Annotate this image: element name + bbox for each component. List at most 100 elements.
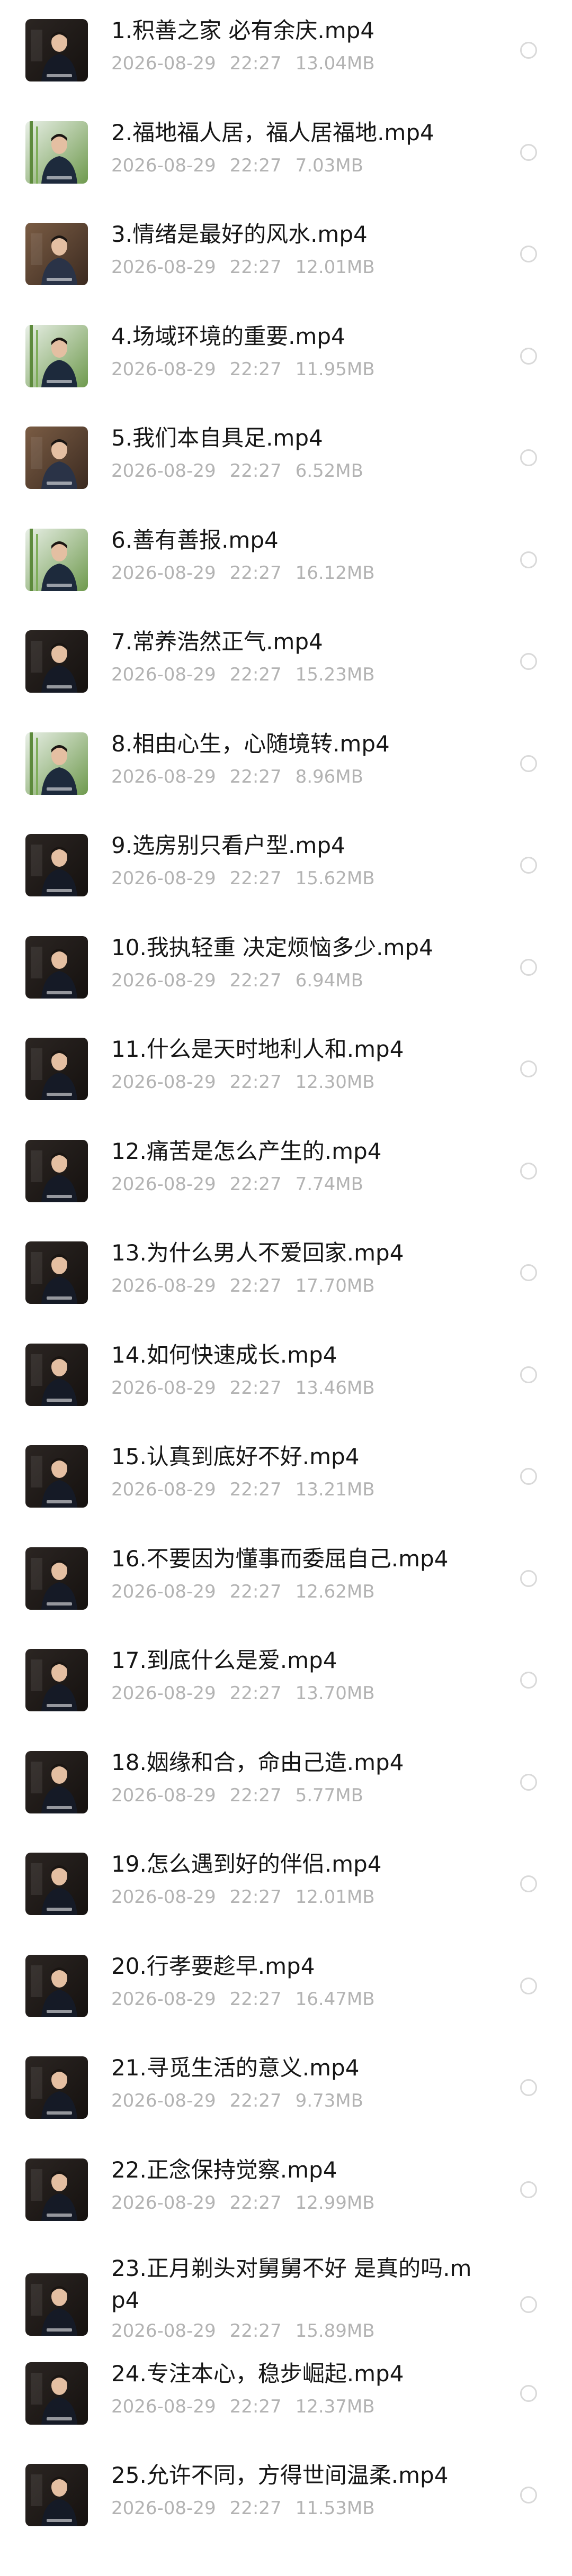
file-size: 15.62MB xyxy=(295,868,375,889)
file-size: 12.01MB xyxy=(295,1886,375,1908)
file-list-item[interactable]: 24.专注本心，稳步崛起.mp4 2026-08-29 22:27 12.37MB xyxy=(0,2343,572,2444)
file-date: 2026-08-29 xyxy=(111,1173,216,1195)
file-list-item[interactable]: 2.福地福人居，福人居福地.mp4 2026-08-29 22:27 7.03MB xyxy=(0,102,572,203)
file-list-item[interactable]: 17.到底什么是爱.mp4 2026-08-29 22:27 13.70MB xyxy=(0,1630,572,1730)
radio-unchecked-icon[interactable] xyxy=(520,653,537,670)
file-name: 18.姻缘和合，命由己造.mp4 xyxy=(111,1749,404,1775)
file-list-item[interactable]: 5.我们本自具足.mp4 2026-08-29 22:27 6.52MB xyxy=(0,407,572,508)
file-list-item[interactable]: 3.情绪是最好的风水.mp4 2026-08-29 22:27 12.01MB xyxy=(0,204,572,304)
file-size: 13.21MB xyxy=(295,1479,375,1500)
file-date: 2026-08-29 xyxy=(111,562,216,584)
radio-unchecked-icon[interactable] xyxy=(520,551,537,568)
radio-unchecked-icon[interactable] xyxy=(520,42,537,59)
file-meta: 2026-08-29 22:27 15.89MB xyxy=(111,2319,375,2343)
file-name: 25.允许不同，方得世间温柔.mp4 xyxy=(111,2462,449,2488)
file-size: 12.62MB xyxy=(295,1581,375,1602)
radio-unchecked-icon[interactable] xyxy=(520,347,537,365)
file-name: 6.善有善报.mp4 xyxy=(111,527,279,553)
radio-unchecked-icon[interactable] xyxy=(520,1162,537,1180)
file-time: 22:27 xyxy=(229,2192,282,2214)
file-list-item[interactable]: 10.我执轻重 决定烦恼多少.mp4 2026-08-29 22:27 6.94MB xyxy=(0,917,572,1018)
file-list-item[interactable]: 6.善有善报.mp4 2026-08-29 22:27 16.12MB xyxy=(0,510,572,610)
file-list-item[interactable]: 18.姻缘和合，命由己造.mp4 2026-08-29 22:27 5.77MB xyxy=(0,1732,572,1833)
video-thumbnail-icon xyxy=(25,1547,88,1610)
file-meta: 2026-08-29 22:27 13.70MB xyxy=(111,1682,375,1705)
radio-unchecked-icon[interactable] xyxy=(520,1672,537,1689)
radio-unchecked-icon[interactable] xyxy=(520,1468,537,1485)
file-list-item[interactable]: 23.正月剃头对舅舅不好 是真的吗.mp4 2026-08-29 22:27 15.8… xyxy=(0,2241,572,2342)
video-thumbnail-icon xyxy=(25,732,88,795)
file-meta: 2026-08-29 22:27 17.70MB xyxy=(111,1274,375,1298)
radio-unchecked-icon[interactable] xyxy=(520,1570,537,1587)
radio-unchecked-icon[interactable] xyxy=(520,958,537,976)
file-size: 12.99MB xyxy=(295,2192,375,2214)
radio-unchecked-icon[interactable] xyxy=(520,857,537,874)
radio-unchecked-icon[interactable] xyxy=(520,1977,537,1994)
file-size: 12.37MB xyxy=(295,2396,375,2417)
file-list-item[interactable]: 21.寻觅生活的意义.mp4 2026-08-29 22:27 9.73MB xyxy=(0,2037,572,2138)
file-time: 22:27 xyxy=(229,1275,282,1296)
radio-unchecked-icon[interactable] xyxy=(520,755,537,772)
video-thumbnail-icon xyxy=(25,834,88,896)
file-time: 22:27 xyxy=(229,2396,282,2417)
file-list-item[interactable]: 12.痛苦是怎么产生的.mp4 2026-08-29 22:27 7.74MB xyxy=(0,1121,572,1221)
file-name: 24.专注本心，稳步崛起.mp4 xyxy=(111,2360,404,2387)
file-size: 6.94MB xyxy=(295,969,363,991)
file-date: 2026-08-29 xyxy=(111,257,216,278)
file-date: 2026-08-29 xyxy=(111,2320,216,2342)
file-time: 22:27 xyxy=(229,1988,282,2010)
file-meta: 2026-08-29 22:27 13.21MB xyxy=(111,1478,375,1501)
file-size: 17.70MB xyxy=(295,1275,375,1296)
file-size: 7.03MB xyxy=(295,155,363,176)
radio-unchecked-icon[interactable] xyxy=(520,2079,537,2096)
file-list-item[interactable]: 20.行孝要趁早.mp4 2026-08-29 22:27 16.47MB xyxy=(0,1936,572,2036)
file-list-item[interactable]: 19.怎么遇到好的伴侣.mp4 2026-08-29 22:27 12.01MB xyxy=(0,1834,572,1934)
file-name: 14.如何快速成长.mp4 xyxy=(111,1341,337,1368)
file-size: 12.01MB xyxy=(295,257,375,278)
file-meta: 2026-08-29 22:27 13.46MB xyxy=(111,1376,375,1400)
radio-unchecked-icon[interactable] xyxy=(520,2487,537,2504)
radio-unchecked-icon[interactable] xyxy=(520,143,537,161)
file-time: 22:27 xyxy=(229,155,282,176)
file-meta: 2026-08-29 22:27 11.53MB xyxy=(111,2497,375,2520)
file-meta: 2026-08-29 22:27 6.52MB xyxy=(111,459,363,483)
radio-unchecked-icon[interactable] xyxy=(520,2181,537,2198)
radio-unchecked-icon[interactable] xyxy=(520,2384,537,2402)
file-date: 2026-08-29 xyxy=(111,1784,216,1806)
file-list-item[interactable]: 22.正念保持觉察.mp4 2026-08-29 22:27 12.99MB xyxy=(0,2139,572,2240)
file-list-item[interactable]: 8.相由心生，心随境转.mp4 2026-08-29 22:27 8.96MB xyxy=(0,713,572,814)
radio-unchecked-icon[interactable] xyxy=(520,1060,537,1077)
file-list-item[interactable]: 16.不要因为懂事而委屈自己.mp4 2026-08-29 22:27 12.62MB xyxy=(0,1528,572,1629)
file-date: 2026-08-29 xyxy=(111,1072,216,1093)
file-meta: 2026-08-29 22:27 12.01MB xyxy=(111,256,375,279)
file-list-item[interactable]: 1.积善之家 必有余庆.mp4 2026-08-29 22:27 13.04MB xyxy=(0,0,572,101)
file-list-item[interactable]: 4.场域环境的重要.mp4 2026-08-29 22:27 11.95MB xyxy=(0,306,572,406)
radio-unchecked-icon[interactable] xyxy=(520,1264,537,1281)
file-list-item[interactable]: 14.如何快速成长.mp4 2026-08-29 22:27 13.46MB xyxy=(0,1325,572,1425)
file-list-item[interactable]: 11.什么是天时地利人和.mp4 2026-08-29 22:27 12.30MB xyxy=(0,1019,572,1119)
radio-unchecked-icon[interactable] xyxy=(520,246,537,262)
file-time: 22:27 xyxy=(229,2090,282,2111)
radio-unchecked-icon[interactable] xyxy=(520,2296,537,2313)
file-meta: 2026-08-29 22:27 7.03MB xyxy=(111,154,363,177)
file-list-item[interactable]: 13.为什么男人不爱回家.mp4 2026-08-29 22:27 17.70MB xyxy=(0,1222,572,1323)
file-list-item[interactable]: 25.允许不同，方得世间温柔.mp4 2026-08-29 22:27 11.53MB xyxy=(0,2445,572,2545)
radio-unchecked-icon[interactable] xyxy=(520,1366,537,1383)
file-date: 2026-08-29 xyxy=(111,358,216,380)
file-list-item[interactable]: 9.选房别只看户型.mp4 2026-08-29 22:27 15.62MB xyxy=(0,815,572,915)
file-meta: 2026-08-29 22:27 11.95MB xyxy=(111,358,375,381)
video-thumbnail-icon xyxy=(25,1750,88,1813)
file-list-item[interactable]: 7.常养浩然正气.mp4 2026-08-29 22:27 15.23MB xyxy=(0,611,572,712)
file-name: 8.相由心生，心随境转.mp4 xyxy=(111,730,390,757)
file-name: 2.福地福人居，福人居福地.mp4 xyxy=(111,119,434,146)
radio-unchecked-icon[interactable] xyxy=(520,1875,537,1892)
file-time: 22:27 xyxy=(229,2498,282,2519)
file-size: 5.77MB xyxy=(295,1784,363,1806)
file-size: 6.52MB xyxy=(295,460,363,482)
radio-unchecked-icon[interactable] xyxy=(520,449,537,466)
radio-unchecked-icon[interactable] xyxy=(520,1773,537,1791)
file-list-item[interactable]: 15.认真到底好不好.mp4 2026-08-29 22:27 13.21MB xyxy=(0,1426,572,1527)
file-name: 21.寻觅生活的意义.mp4 xyxy=(111,2055,360,2081)
file-meta: 2026-08-29 22:27 12.62MB xyxy=(111,1580,375,1603)
file-time: 22:27 xyxy=(229,766,282,787)
